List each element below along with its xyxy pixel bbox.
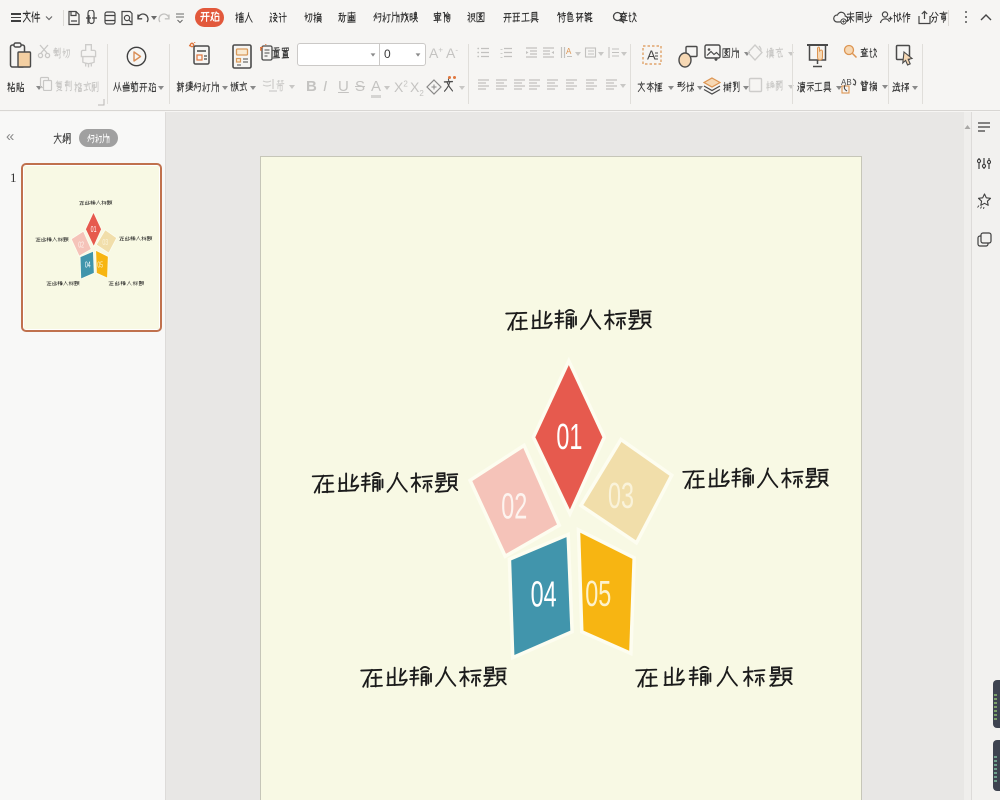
svg-text:05: 05 [97,260,103,269]
svg-text:A: A [647,48,656,63]
svg-text:01: 01 [556,416,582,457]
svg-text:04: 04 [85,260,91,269]
svg-text:02: 02 [501,485,527,526]
svg-text:A: A [566,47,572,56]
svg-text:02: 02 [78,241,84,250]
svg-text:05: 05 [585,573,611,614]
svg-text:04: 04 [531,573,557,614]
svg-text:03: 03 [608,475,634,516]
svg-text:03: 03 [102,238,108,247]
svg-text:01: 01 [91,225,97,234]
